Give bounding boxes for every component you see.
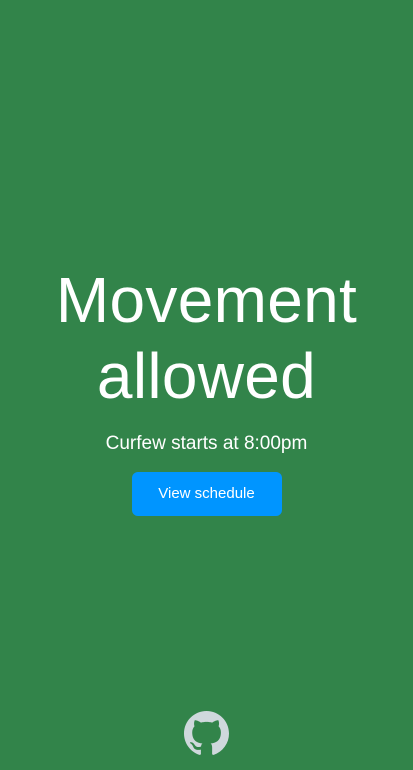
status-headline: Movement allowed — [0, 262, 413, 414]
github-icon-svg — [184, 711, 229, 755]
app-screen: Movement allowed Curfew starts at 8:00pm… — [0, 0, 413, 770]
status-panel: Movement allowed Curfew starts at 8:00pm… — [0, 262, 413, 516]
headline-line-2: allowed — [96, 340, 317, 412]
view-schedule-button[interactable]: View schedule — [131, 472, 282, 516]
headline-line-1: Movement — [55, 264, 358, 336]
github-icon[interactable] — [184, 711, 229, 756]
curfew-subtitle: Curfew starts at 8:00pm — [105, 433, 308, 454]
